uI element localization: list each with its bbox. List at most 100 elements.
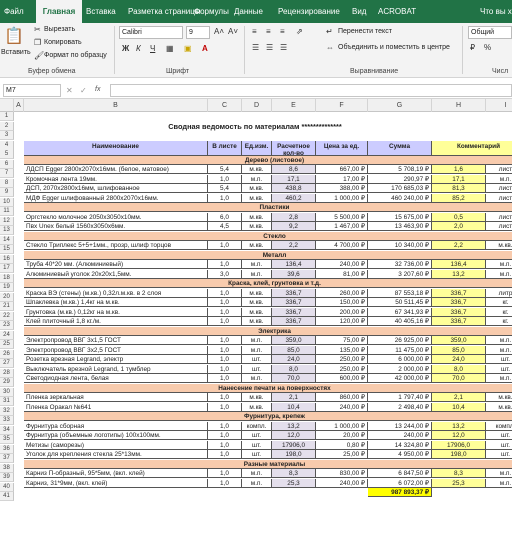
comment-quantity[interactable]: 85,0 — [432, 345, 486, 355]
sheet-count[interactable]: 1,0 — [208, 307, 242, 317]
row-header[interactable]: 31 — [0, 397, 14, 406]
unit[interactable]: шт. — [242, 450, 272, 460]
item-name[interactable]: Фурнитура (объемные логотипы) 100х100мм. — [24, 431, 208, 441]
paste-button[interactable]: Вставить — [1, 49, 31, 56]
item-name[interactable]: Розетка врезная Legrand, электр — [24, 355, 208, 365]
row-header[interactable]: 12 — [0, 216, 14, 226]
unit[interactable]: м.п. — [242, 336, 272, 346]
unit-price[interactable]: 120,00 ₽ — [316, 317, 368, 327]
sheet-count[interactable]: 1,0 — [208, 241, 242, 251]
sum[interactable]: 87 553,18 ₽ — [368, 288, 432, 298]
section-header[interactable]: Нанесение печати на поверхностях — [24, 383, 512, 393]
align-center-icon[interactable]: ☰ — [266, 43, 273, 53]
calc-quantity[interactable]: 359,0 — [272, 336, 316, 346]
bold-icon[interactable]: Ж — [122, 44, 129, 54]
comment-quantity[interactable]: 359,0 — [432, 336, 486, 346]
sheet-count[interactable]: 1,0 — [208, 298, 242, 308]
comment-unit[interactable]: лист — [486, 184, 512, 194]
comment-unit[interactable]: лист — [486, 213, 512, 222]
calc-quantity[interactable]: 8,0 — [272, 364, 316, 374]
comment-unit[interactable]: лист — [486, 222, 512, 232]
unit-price[interactable]: 0,80 ₽ — [316, 440, 368, 450]
select-all-corner[interactable] — [0, 99, 14, 112]
sum[interactable]: 15 675,00 ₽ — [368, 212, 432, 222]
comment-unit[interactable]: м.п. — [486, 479, 512, 488]
sum[interactable]: 67 341,93 ₽ — [368, 307, 432, 317]
name-box[interactable]: M7 — [3, 84, 61, 97]
item-name[interactable]: Алюминиевый уголок 20х20х1,5мм. — [24, 269, 208, 279]
calc-quantity[interactable]: 8,3 — [272, 469, 316, 479]
merge-center-button[interactable]: Объединить и поместить в центре — [338, 44, 450, 51]
row-header[interactable]: 32 — [0, 406, 14, 416]
comment-quantity[interactable]: 17,1 — [432, 174, 486, 184]
unit[interactable]: м.кв. — [242, 165, 272, 175]
row-header[interactable]: 28 — [0, 368, 14, 378]
scissors-icon[interactable]: ✂ — [34, 25, 41, 35]
unit-price[interactable]: 25,00 ₽ — [316, 450, 368, 460]
comment-unit[interactable]: шт. — [486, 365, 512, 374]
calc-quantity[interactable]: 2,2 — [272, 241, 316, 251]
comment-unit[interactable]: лист — [486, 194, 512, 203]
comment-quantity[interactable]: 1,6 — [432, 165, 486, 175]
row-header[interactable]: 22 — [0, 311, 14, 321]
enter-icon[interactable]: ✓ — [80, 86, 87, 96]
comment-unit[interactable]: шт. — [486, 431, 512, 441]
calc-quantity[interactable]: 39,6 — [272, 269, 316, 279]
column-header-F[interactable]: F — [316, 99, 368, 112]
grow-font-icon[interactable]: A˄ — [214, 27, 224, 37]
unit[interactable]: шт. — [242, 431, 272, 441]
sum[interactable]: 32 736,00 ₽ — [368, 260, 432, 270]
calc-quantity[interactable]: 13,2 — [272, 421, 316, 431]
paste-icon[interactable]: 📋 — [4, 27, 24, 47]
row-header[interactable]: 17 — [0, 264, 14, 273]
comment-quantity[interactable]: 2,1 — [432, 393, 486, 403]
row-header[interactable]: 33 — [0, 416, 14, 425]
tab-1[interactable]: Главная — [36, 0, 82, 23]
row-header[interactable]: 26 — [0, 349, 14, 359]
number-format-select[interactable]: Общий — [468, 26, 512, 39]
sheet-count[interactable]: 5,4 — [208, 165, 242, 175]
sheet-count[interactable]: 1,0 — [208, 193, 242, 203]
row-header[interactable]: 36 — [0, 444, 14, 454]
comment-quantity[interactable]: 12,0 — [432, 431, 486, 441]
item-name[interactable]: Пленка Оракал №641 — [24, 402, 208, 412]
insert-function-icon[interactable]: fx — [95, 86, 100, 93]
worksheet-grid[interactable]: Сводная ведомость по материалам ********… — [14, 112, 512, 540]
row-header[interactable]: 2 — [0, 121, 14, 131]
unit-price[interactable]: 240,00 ₽ — [316, 402, 368, 412]
unit[interactable]: шт. — [242, 355, 272, 365]
tab-7[interactable]: Вид — [352, 0, 374, 23]
comment-quantity[interactable]: 198,0 — [432, 450, 486, 460]
column-header-G[interactable]: G — [368, 99, 432, 112]
item-name[interactable]: Метизы (саморезы) — [24, 440, 208, 450]
row-header[interactable]: 34 — [0, 425, 14, 435]
row-header[interactable]: 23 — [0, 321, 14, 330]
sheet-count[interactable]: 1,0 — [208, 421, 242, 431]
item-name[interactable]: Кромочная лента 19мм. — [24, 174, 208, 184]
sheet-count[interactable]: 3,0 — [208, 269, 242, 279]
unit[interactable]: м.п. — [242, 478, 272, 488]
section-header[interactable]: Электрика — [24, 326, 512, 336]
sheet-count[interactable]: 1,0 — [208, 288, 242, 298]
comment-unit[interactable]: м.п. — [486, 469, 512, 479]
item-name[interactable]: Уголок для крепления стекла 25*13мм. — [24, 450, 208, 460]
comment-unit[interactable]: м.п. — [486, 374, 512, 384]
item-name[interactable]: Карниз, 31*9мм, (вкл. клей) — [24, 478, 208, 488]
unit[interactable]: м.п. — [242, 345, 272, 355]
comment-quantity[interactable]: 70,0 — [432, 374, 486, 384]
unit[interactable]: м.кв. — [242, 393, 272, 403]
format-painter-button[interactable]: Формат по образцу — [44, 52, 107, 59]
calc-quantity[interactable]: 70,0 — [272, 374, 316, 384]
row-header[interactable]: 24 — [0, 330, 14, 340]
sum[interactable]: 6 847,50 ₽ — [368, 469, 432, 479]
column-header-H[interactable]: H — [432, 99, 486, 112]
sum[interactable]: 460 240,00 ₽ — [368, 193, 432, 203]
sheet-count[interactable]: 1,0 — [208, 469, 242, 479]
item-name[interactable]: Выключатель врезной Legrand, 1 тумблер — [24, 364, 208, 374]
unit[interactable]: компл. — [242, 421, 272, 431]
sum[interactable]: 1 797,40 ₽ — [368, 393, 432, 403]
sheet-count[interactable]: 1,0 — [208, 355, 242, 365]
calc-quantity[interactable]: 336,7 — [272, 307, 316, 317]
comment-unit[interactable]: м.п. — [486, 175, 512, 184]
sheet-count[interactable]: 1,0 — [208, 440, 242, 450]
